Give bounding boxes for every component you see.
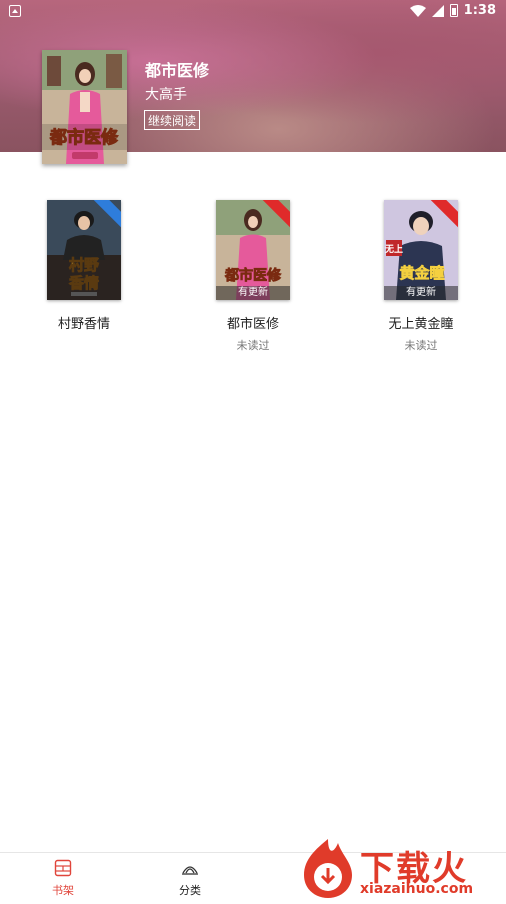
app-notification-icon — [9, 5, 21, 17]
featured-author: 大高手 — [145, 87, 187, 103]
book-item[interactable]: 都市医修 有更新 都市医修 未读过 — [193, 200, 313, 353]
status-time: 1:38 — [463, 3, 496, 18]
svg-text:黄金瞳: 黄金瞳 — [399, 264, 444, 282]
book-cover[interactable]: 村野 香情 — [47, 200, 121, 300]
continue-reading-button[interactable]: 继续阅读 — [144, 110, 201, 130]
update-indicator: 有更新 — [384, 286, 458, 300]
watermark-logo: 下载火 xiazaihuo.com — [298, 835, 506, 900]
book-cover[interactable]: 都市医修 有更新 — [216, 200, 290, 300]
read-status: 未读过 — [404, 339, 438, 352]
book-title: 无上黄金瞳 — [388, 317, 454, 332]
nav-tab-bookshelf[interactable]: 书架 — [33, 859, 93, 898]
book-title: 都市医修 — [226, 317, 279, 332]
featured-title: 都市医修 — [145, 61, 210, 80]
flame-logo-icon — [304, 839, 352, 898]
update-indicator: 有更新 — [216, 286, 290, 300]
featured-book-banner[interactable]: 1:38 都市医修 都市医修 大高手 继续阅读 — [0, 0, 506, 164]
bookshelf-icon — [54, 859, 72, 877]
book-title: 村野香情 — [57, 317, 110, 332]
svg-text:都市医修: 都市医修 — [224, 267, 282, 284]
book-item[interactable]: 村野 香情 村野香情 — [24, 200, 144, 332]
status-bar: 1:38 — [0, 0, 506, 24]
svg-text:村野: 村野 — [69, 256, 99, 274]
featured-cover[interactable]: 都市医修 — [42, 50, 127, 164]
category-icon — [182, 866, 198, 875]
read-status: 未读过 — [236, 339, 270, 352]
svg-text:无上: 无上 — [384, 243, 403, 255]
book-cover[interactable]: 无上 黄金瞳 有更新 — [384, 200, 458, 300]
signal-icon — [431, 4, 444, 17]
nav-label: 分类 — [179, 884, 201, 897]
watermark-url: xiazaihuo.com — [360, 881, 474, 897]
wifi-icon — [409, 4, 426, 17]
book-item[interactable]: 无上 黄金瞳 有更新 无上黄金瞳 未读过 — [361, 200, 481, 353]
nav-tab-category[interactable]: 分类 — [160, 859, 220, 898]
svg-text:都市医修: 都市医修 — [49, 127, 119, 148]
nav-label: 书架 — [52, 884, 74, 897]
battery-icon — [449, 4, 458, 17]
svg-text:香情: 香情 — [69, 274, 99, 292]
featured-cover-art: 都市医修 — [42, 50, 127, 164]
